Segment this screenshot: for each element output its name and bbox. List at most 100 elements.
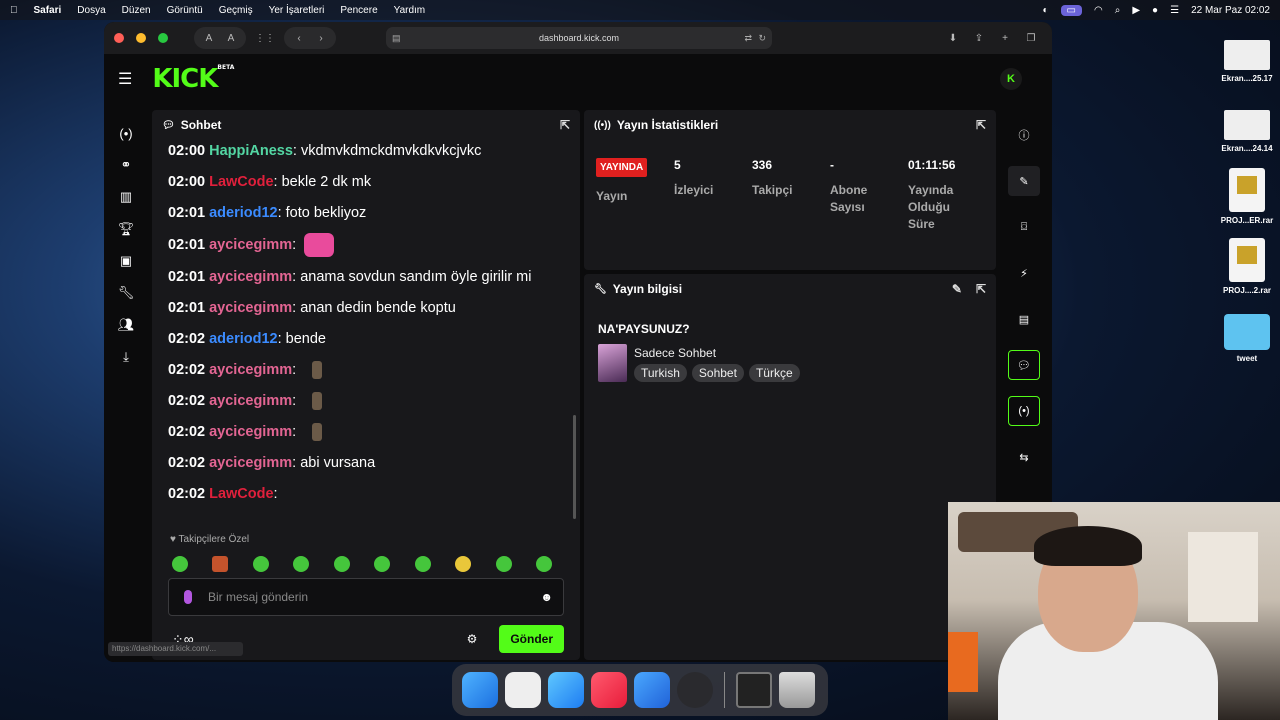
category-name[interactable]: Sadece Sohbet [634, 346, 716, 360]
emote-button[interactable] [293, 556, 310, 572]
user-icon[interactable]: ● [1152, 5, 1158, 16]
trophy-icon[interactable]: 🏆︎ [117, 220, 135, 238]
chat-scrollbar[interactable] [573, 415, 576, 519]
tabs-icon[interactable]: ❐ [1020, 27, 1042, 49]
microphone-icon[interactable] [184, 590, 192, 604]
edit-icon[interactable]: ✎ [952, 282, 962, 296]
desktop-item-rar-2[interactable]: PROJ....2.rar [1212, 238, 1280, 295]
downloads-icon[interactable]: ⬇ [942, 27, 964, 49]
tag[interactable]: Turkish [634, 364, 687, 382]
message-username[interactable]: aycicegimm [209, 237, 292, 253]
gear-icon[interactable]: ⚙ [467, 632, 478, 646]
translate-icon[interactable]: ⇄ [744, 33, 752, 44]
emote-button[interactable] [172, 556, 188, 572]
recent-window-icon[interactable] [736, 672, 772, 708]
video-library-icon[interactable]: ▣ [117, 252, 135, 270]
message-username[interactable]: aycicegimm [209, 362, 292, 378]
emote-button[interactable] [455, 556, 472, 572]
wifi-icon[interactable]: ◠ [1094, 5, 1103, 16]
forward-icon[interactable]: › [310, 27, 332, 49]
edit-icon[interactable]: ✎ [1008, 166, 1040, 196]
play-icon[interactable]: ▶ [1132, 5, 1140, 16]
emote-button[interactable] [374, 556, 391, 572]
tools-icon[interactable]: 🔧︎ [117, 284, 135, 302]
popout-icon[interactable]: ⇱ [560, 118, 570, 132]
tab-overview-icon[interactable]: ⋮⋮ [254, 27, 276, 49]
launchpad-icon[interactable] [505, 672, 541, 708]
message-username[interactable]: LawCode [209, 486, 273, 502]
desktop-item-rar-1[interactable]: PROJ...ER.rar [1212, 168, 1280, 225]
camera-icon[interactable]: ⌼ [1008, 212, 1040, 242]
status-icon[interactable]: ◐ [1043, 5, 1049, 16]
zoom-window-button[interactable] [158, 33, 168, 43]
broadcast-icon[interactable]: (•) [117, 124, 135, 142]
close-window-button[interactable] [114, 33, 124, 43]
broadcast-toggle-icon[interactable]: (•) [1008, 396, 1040, 426]
lightning-icon[interactable]: ⚡︎ [1008, 258, 1040, 288]
menu-file[interactable]: Dosya [77, 5, 105, 16]
menu-view[interactable]: Görüntü [167, 5, 203, 16]
emote-button[interactable] [212, 556, 229, 572]
emote-button[interactable] [333, 556, 350, 572]
message-username[interactable]: aderiod12 [209, 331, 278, 347]
safari-icon[interactable] [548, 672, 584, 708]
share-icon[interactable]: ⇪ [968, 27, 990, 49]
message-username[interactable]: LawCode [209, 174, 273, 190]
popout-icon[interactable]: ⇱ [976, 118, 986, 132]
info-icon[interactable]: ⓘ [1008, 120, 1040, 150]
obs-icon[interactable] [677, 672, 713, 708]
tag[interactable]: Türkçe [748, 364, 800, 382]
message-username[interactable]: aycicegimm [209, 269, 292, 285]
message-username[interactable]: aycicegimm [209, 424, 292, 440]
menu-app-name[interactable]: Safari [34, 5, 62, 16]
control-icon[interactable]: ▭ [1060, 4, 1082, 16]
menu-help[interactable]: Yardım [394, 5, 426, 16]
hamburger-menu-icon[interactable]: ☰ [118, 69, 132, 89]
menu-history[interactable]: Geçmiş [219, 5, 253, 16]
emote-button[interactable] [414, 556, 431, 572]
analytics-icon[interactable]: ▥ [117, 188, 135, 206]
desktop-item-folder[interactable]: tweet [1212, 314, 1280, 363]
minimize-window-button[interactable] [136, 33, 146, 43]
menu-edit[interactable]: Düzen [122, 5, 151, 16]
trash-icon[interactable] [779, 672, 815, 708]
kick-logo[interactable]: KICKBETA [152, 64, 234, 94]
popout-icon[interactable]: ⇱ [976, 282, 986, 296]
control-center-icon[interactable]: ☰ [1170, 5, 1179, 16]
emote-button[interactable] [495, 556, 512, 572]
emote-button[interactable] [535, 556, 552, 572]
emoji-picker-icon[interactable]: ☻ [540, 590, 553, 604]
menu-window[interactable]: Pencere [340, 5, 377, 16]
menubar-datetime[interactable]: 22 Mar Paz 02:02 [1191, 5, 1270, 16]
notes-icon[interactable]: ▤ [1008, 304, 1040, 334]
search-icon[interactable]: ⌕ [1115, 5, 1121, 16]
text-smaller-button[interactable]: A [198, 27, 220, 49]
chat-toggle-icon[interactable]: 💬︎ [1008, 350, 1040, 380]
community-icon[interactable]: 👥︎ [117, 316, 135, 334]
menu-bookmarks[interactable]: Yer İşaretleri [269, 5, 325, 16]
reload-icon[interactable]: ↻ [758, 33, 766, 44]
desktop-item-screenshot-2[interactable]: Ekran....24.14 [1212, 110, 1280, 153]
message-username[interactable]: aycicegimm [209, 300, 292, 316]
text-larger-button[interactable]: A [220, 27, 242, 49]
page-settings-icon[interactable]: ▤ [392, 33, 401, 44]
tag[interactable]: Sohbet [691, 364, 744, 382]
message-username[interactable]: aycicegimm [209, 455, 292, 471]
address-bar[interactable]: ▤ dashboard.kick.com ⇄ ↻ [386, 27, 772, 49]
layout-icon[interactable]: ⇆ [1008, 442, 1040, 472]
download-icon[interactable]: ⤓ [117, 348, 135, 366]
message-username[interactable]: aycicegimm [209, 393, 292, 409]
link-icon[interactable]: ⚭ [117, 156, 135, 174]
finder-icon[interactable] [462, 672, 498, 708]
xcode-icon[interactable] [634, 672, 670, 708]
send-button[interactable]: Gönder [499, 625, 564, 653]
apple-icon[interactable]:  [10, 5, 18, 16]
kick-app-icon[interactable]: K [1000, 68, 1022, 90]
music-icon[interactable] [591, 672, 627, 708]
message-username[interactable]: HappiAness [209, 143, 293, 159]
new-tab-icon[interactable]: + [994, 27, 1016, 49]
chat-message-input[interactable]: Bir mesaj gönderin ☻ [168, 578, 564, 616]
back-icon[interactable]: ‹ [288, 27, 310, 49]
emote-button[interactable] [252, 556, 269, 572]
desktop-item-screenshot-1[interactable]: Ekran....25.17 [1212, 40, 1280, 83]
